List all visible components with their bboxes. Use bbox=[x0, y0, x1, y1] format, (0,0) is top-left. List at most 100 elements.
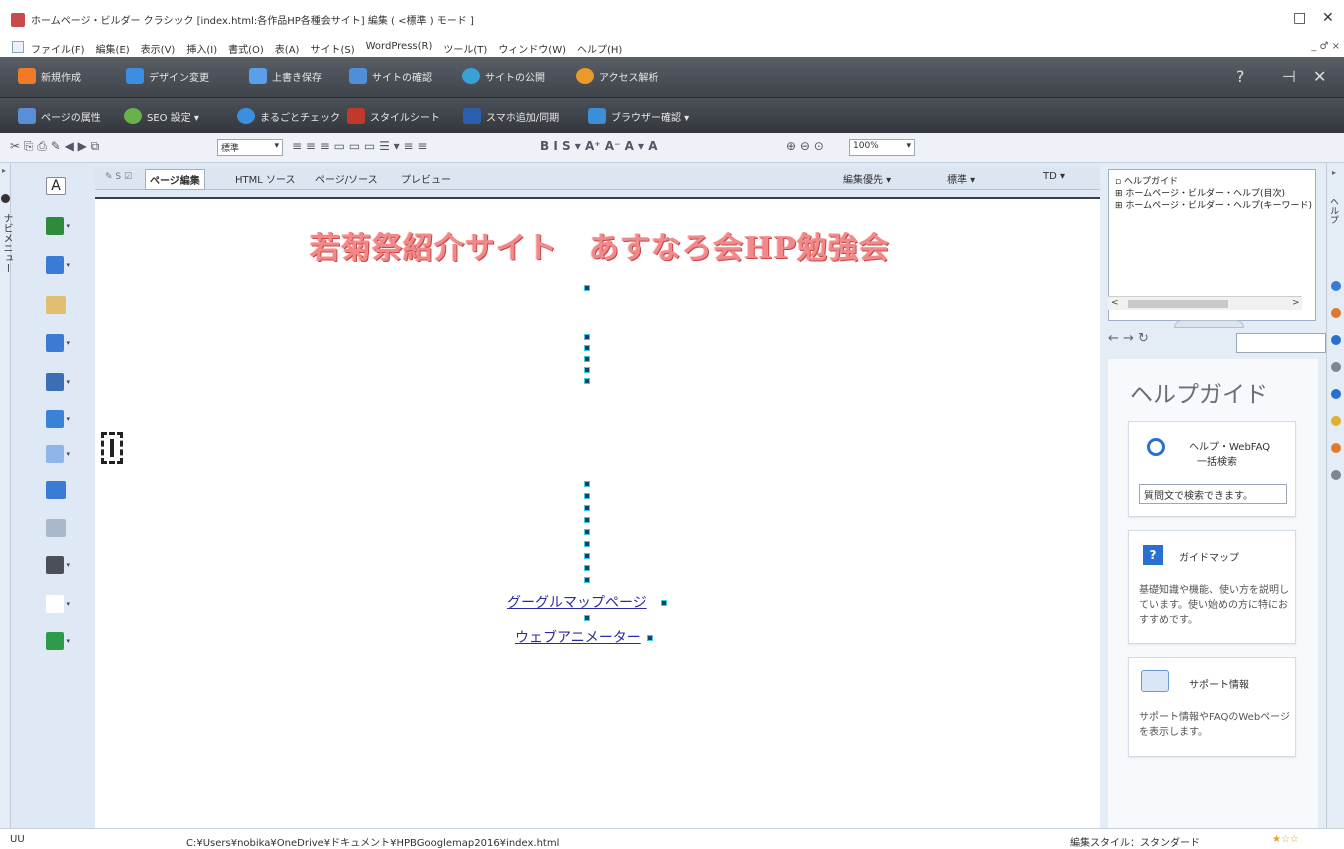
help-rail[interactable]: ▸ ヘルプ bbox=[1326, 163, 1344, 828]
save-button[interactable]: 上書き保存 bbox=[249, 68, 322, 84]
menu-wordpress[interactable]: WordPress(R) bbox=[366, 41, 433, 56]
style-select[interactable]: 標準 ▾ bbox=[947, 171, 975, 186]
tool-icon[interactable] bbox=[1331, 308, 1341, 318]
tool-icon[interactable] bbox=[1331, 281, 1341, 291]
menu-view[interactable]: 表示(V) bbox=[141, 41, 176, 56]
help-address-field[interactable] bbox=[1236, 333, 1326, 353]
form-insert-button[interactable]: ▾ bbox=[46, 443, 70, 465]
tool-icon[interactable] bbox=[1331, 362, 1341, 372]
page-properties-icon bbox=[18, 108, 36, 124]
link-insert-button[interactable] bbox=[46, 294, 70, 316]
video-icon bbox=[46, 410, 65, 428]
media-insert-button[interactable]: ▾ bbox=[46, 332, 70, 354]
paragraph-style-select[interactable]: 標準 ▾ bbox=[217, 139, 283, 156]
help-search-input[interactable]: 質問文で検索できます。 bbox=[1139, 484, 1287, 504]
tree-horizontal-scrollbar[interactable]: < > bbox=[1108, 296, 1302, 310]
tool-icon[interactable] bbox=[1331, 470, 1341, 480]
video-insert-button[interactable]: ▾ bbox=[46, 408, 70, 430]
full-check-button[interactable]: まるごとチェック bbox=[237, 108, 340, 124]
edit-mode-icons[interactable]: ✎ S ☑ bbox=[105, 172, 132, 182]
tool-icon[interactable] bbox=[1331, 416, 1341, 426]
list-insert-button[interactable] bbox=[46, 517, 70, 539]
expand-arrow-icon[interactable]: ▸ bbox=[1332, 168, 1336, 177]
save-icon bbox=[249, 68, 267, 84]
menu-insert[interactable]: 挿入(I) bbox=[186, 41, 217, 56]
toolbar-close-icon[interactable]: ✕ bbox=[1313, 67, 1326, 86]
browser-check-label: ブラウザー確認 ▾ bbox=[611, 112, 690, 124]
web-animator-link[interactable]: ウェブアニメーター bbox=[515, 627, 641, 647]
globe-icon bbox=[462, 68, 480, 84]
tab-page-source[interactable]: ページ/ソース bbox=[315, 171, 378, 186]
scroll-left-icon[interactable]: < bbox=[1111, 298, 1119, 308]
support-info-card[interactable]: サポート情報 サポート情報やFAQのWebページを表示します。 bbox=[1128, 657, 1296, 757]
menu-site[interactable]: サイト(S) bbox=[310, 41, 354, 56]
edit-tool-icons[interactable]: ✂ ⎘ ⎙ ✎ ◀ ▶ ⧉ bbox=[10, 139, 99, 154]
page-properties-button[interactable]: ページの属性 bbox=[18, 108, 101, 124]
caret-icon: ▾ bbox=[66, 378, 70, 386]
zoom-select[interactable]: 100% ▾ bbox=[849, 139, 915, 156]
tool-icon[interactable] bbox=[1331, 443, 1341, 453]
close-button[interactable]: ✕ bbox=[1322, 10, 1334, 26]
rating-stars: ★☆☆ bbox=[1272, 834, 1299, 845]
photo-insert-button[interactable]: ▾ bbox=[46, 254, 70, 276]
seo-settings-button[interactable]: SEO 設定 ▾ bbox=[124, 108, 199, 124]
minimize-button[interactable]: □ bbox=[1293, 10, 1306, 26]
zoom-icons[interactable]: ⊕ ⊖ ⊙ bbox=[786, 139, 824, 153]
mdi-controls[interactable]: _ ♂ × bbox=[1311, 41, 1340, 52]
browser-check-button[interactable]: ブラウザー確認 ▾ bbox=[588, 108, 689, 124]
page-insert-button[interactable]: ▾ bbox=[46, 593, 70, 615]
text-icon: A bbox=[46, 177, 66, 195]
table-insert-button[interactable] bbox=[46, 479, 70, 501]
tool-icon[interactable] bbox=[1331, 389, 1341, 399]
text-insert-button[interactable]: A bbox=[46, 175, 70, 197]
guide-map-card[interactable]: ? ガイドマップ 基礎知識や機能、使い方を説明しています。使い始めの方に特におす… bbox=[1128, 530, 1296, 644]
smartphone-sync-button[interactable]: スマホ追加/同期 bbox=[463, 108, 559, 124]
site-check-button[interactable]: サイトの確認 bbox=[349, 68, 432, 84]
caret-icon: ▾ bbox=[66, 450, 70, 458]
navi-menu-rail[interactable]: ▸ ナビメニュー bbox=[0, 163, 12, 828]
menu-table[interactable]: 表(A) bbox=[275, 41, 300, 56]
scroll-thumb[interactable] bbox=[1128, 300, 1228, 308]
menu-format[interactable]: 書式(O) bbox=[228, 41, 264, 56]
edit-canvas[interactable]: 若菊祭紹介サイト あすなろ会HP勉強会 グーグルマップページ ウェブアニメーター bbox=[95, 197, 1100, 828]
document-grid-icon[interactable] bbox=[12, 41, 24, 53]
tool-icon[interactable] bbox=[1331, 335, 1341, 345]
expand-arrow-icon[interactable]: ▸ bbox=[2, 166, 6, 175]
menu-help[interactable]: ヘルプ(H) bbox=[577, 41, 622, 56]
design-change-button[interactable]: デザイン変更 bbox=[126, 68, 209, 84]
link-icon bbox=[46, 296, 66, 314]
tab-html-source[interactable]: HTML ソース bbox=[235, 171, 296, 186]
page-heading[interactable]: 若菊祭紹介サイト あすなろ会HP勉強会 bbox=[310, 223, 890, 267]
main-toolbar: 新規作成 デザイン変更 上書き保存 サイトの確認 サイトの公開 アクセス解析 ?… bbox=[0, 57, 1344, 97]
tag-select[interactable]: TD ▾ bbox=[1043, 171, 1065, 182]
access-analysis-button[interactable]: アクセス解析 bbox=[576, 68, 659, 84]
site-publish-label: サイトの公開 bbox=[485, 72, 545, 84]
new-button[interactable]: 新規作成 bbox=[18, 68, 81, 84]
anchor-marker-icon[interactable] bbox=[101, 432, 123, 464]
expand-icon[interactable]: ⊞ bbox=[1115, 201, 1123, 211]
menu-tools[interactable]: ツール(T) bbox=[443, 41, 487, 56]
stylesheet-button[interactable]: スタイルシート bbox=[347, 108, 440, 124]
device-insert-button[interactable]: ▾ bbox=[46, 554, 70, 576]
parts-insert-button[interactable]: ▾ bbox=[46, 630, 70, 652]
menu-window[interactable]: ウィンドウ(W) bbox=[498, 41, 566, 56]
alignment-icons[interactable]: ≡ ≡ ≡ ▭ ▭ ▭ ☰ ▾ ≡ ≡ bbox=[292, 139, 427, 153]
paragraph-mark bbox=[584, 529, 590, 535]
tab-preview[interactable]: プレビュー bbox=[401, 171, 451, 186]
scroll-right-icon[interactable]: > bbox=[1292, 298, 1300, 308]
google-map-link[interactable]: グーグルマップページ bbox=[507, 592, 647, 612]
menu-file[interactable]: ファイル(F) bbox=[31, 41, 85, 56]
edit-priority-select[interactable]: 編集優先 ▾ bbox=[843, 171, 891, 186]
help-icon[interactable]: ? bbox=[1236, 67, 1245, 86]
help-side-panel: ▫ ヘルプガイド ⊞ ホームページ・ビルダー・ヘルプ(目次) ⊞ ホームページ・… bbox=[1100, 163, 1326, 828]
text-style-icons[interactable]: B I S ▾ A⁺ A⁻ A ▾ A bbox=[540, 139, 658, 153]
help-nav-icons[interactable]: ← → ↻ bbox=[1108, 331, 1149, 346]
panel-splitter[interactable] bbox=[1174, 320, 1244, 328]
site-publish-button[interactable]: サイトの公開 bbox=[462, 68, 545, 84]
menu-edit[interactable]: 編集(E) bbox=[96, 41, 130, 56]
tree-item-keywords[interactable]: ⊞ ホームページ・ビルダー・ヘルプ(キーワード) bbox=[1115, 198, 1312, 211]
tab-page-edit[interactable]: ページ編集 bbox=[145, 169, 205, 190]
frame-insert-button[interactable]: ▾ bbox=[46, 371, 70, 393]
image-insert-button[interactable]: ▾ bbox=[46, 215, 70, 237]
pin-icon[interactable]: ⊣ bbox=[1282, 67, 1296, 86]
